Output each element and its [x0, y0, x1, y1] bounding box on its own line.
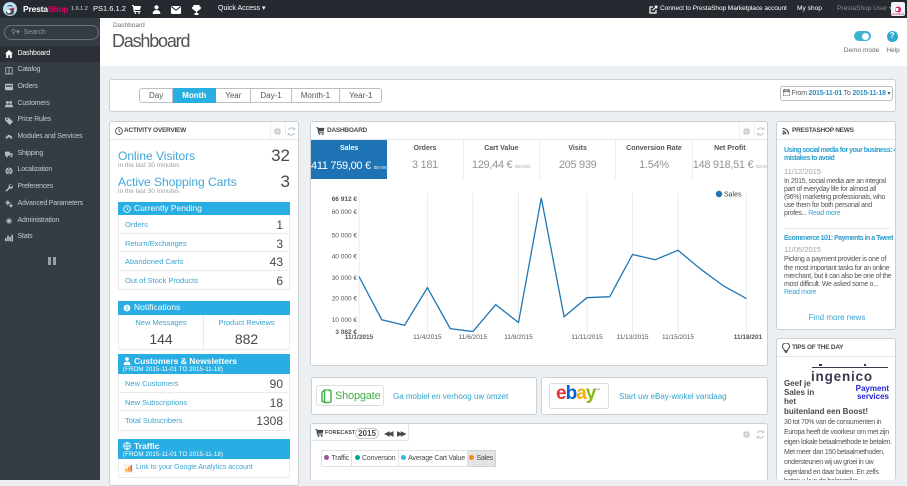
svg-text:Sales: Sales: [724, 192, 742, 199]
svg-text:11/4/2015: 11/4/2015: [413, 334, 442, 341]
svg-text:11/18/201: 11/18/201: [734, 334, 763, 341]
svg-text:11/11/2015: 11/11/2015: [571, 334, 603, 341]
svg-text:50 000 €: 50 000 €: [332, 233, 358, 240]
svg-text:66 912 €: 66 912 €: [332, 196, 358, 203]
svg-text:20 000 €: 20 000 €: [332, 296, 358, 303]
svg-text:60 000 €: 60 000 €: [332, 209, 358, 216]
svg-text:11/15/2015: 11/15/2015: [662, 334, 694, 341]
svg-text:11/8/2015: 11/8/2015: [504, 334, 533, 341]
svg-text:10 000 €: 10 000 €: [332, 317, 358, 324]
svg-text:30 000 €: 30 000 €: [332, 275, 358, 282]
svg-text:11/1/2015: 11/1/2015: [345, 334, 374, 341]
svg-text:40 000 €: 40 000 €: [332, 254, 358, 261]
svg-text:11/13/2015: 11/13/2015: [616, 334, 648, 341]
svg-text:11/6/2015: 11/6/2015: [459, 334, 488, 341]
svg-text:PrestaShop: PrestaShop: [892, 13, 905, 16]
